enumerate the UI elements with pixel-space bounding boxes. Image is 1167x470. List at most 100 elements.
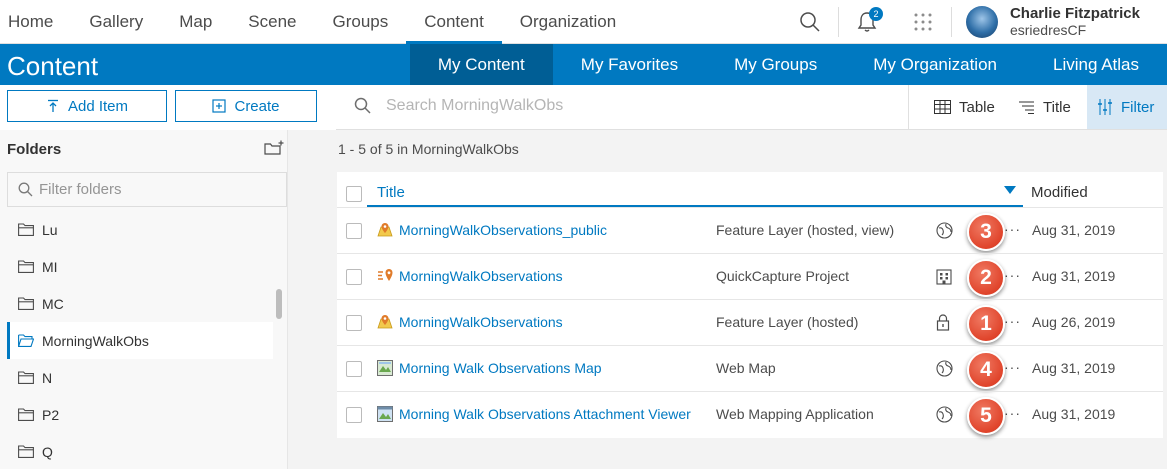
nav-gallery[interactable]: Gallery [71, 0, 161, 44]
content-tabs: My Content My Favorites My Groups My Org… [409, 44, 1167, 85]
content-search-input[interactable]: Search MorningWalkObs [386, 97, 563, 115]
item-type: Web Map [716, 360, 776, 376]
item-title-link[interactable]: Morning Walk Observations Map [399, 360, 602, 376]
select-all-checkbox[interactable] [346, 186, 362, 202]
modified-column-header[interactable]: Modified [1031, 184, 1088, 201]
lock-icon [936, 314, 950, 331]
tab-my-favorites[interactable]: My Favorites [553, 44, 706, 85]
feature-layer-icon [377, 315, 393, 329]
content-table: Title Modified MorningWalkObservations_p… [337, 172, 1163, 438]
content-header: Content My Content My Favorites My Group… [0, 44, 1167, 85]
table-row: MorningWalkObservations_public Feature L… [337, 207, 1163, 253]
filter-button[interactable]: Filter [1087, 85, 1167, 129]
page-title: Content [7, 51, 99, 81]
user-name: Charlie Fitzpatrick [1009, 5, 1140, 22]
item-modified: Aug 31, 2019 [1032, 360, 1116, 376]
folder-icon [18, 297, 34, 310]
table-header: Title Modified [337, 172, 1163, 207]
folder-item[interactable]: MI [7, 248, 273, 285]
table-row: Morning Walk Observations Map Web Map ··… [337, 345, 1163, 391]
tab-my-organization[interactable]: My Organization [845, 44, 1025, 85]
more-options-button[interactable]: ··· [1004, 405, 1021, 421]
filter-folders-placeholder: Filter folders [39, 181, 122, 198]
item-title-link[interactable]: MorningWalkObservations_public [399, 222, 607, 238]
web-map-icon [377, 360, 393, 376]
more-options-button[interactable]: ··· [1004, 313, 1021, 329]
folder-label: Lu [42, 221, 58, 238]
add-item-button[interactable]: Add Item [7, 90, 167, 122]
sort-descending-icon[interactable] [1004, 186, 1016, 194]
folder-icon [18, 445, 34, 458]
avatar[interactable] [965, 6, 998, 38]
create-button[interactable]: Create [175, 90, 317, 122]
item-title-link[interactable]: MorningWalkObservations [399, 268, 563, 284]
folder-label: MI [42, 258, 58, 275]
more-options-button[interactable]: ··· [1004, 221, 1021, 237]
callout-marker: 1 [967, 305, 1005, 343]
quickcapture-icon [378, 269, 393, 281]
folder-label: P2 [42, 406, 60, 423]
folders-heading: Folders [7, 141, 62, 158]
nav-organization[interactable]: Organization [502, 0, 634, 44]
item-type: QuickCapture Project [716, 268, 850, 284]
more-options-button[interactable]: ··· [1004, 359, 1021, 375]
folder-item[interactable]: MC [7, 285, 273, 322]
filter-folders-input[interactable]: Filter folders [7, 172, 287, 207]
item-type: Web Mapping Application [716, 406, 874, 422]
notifications-button[interactable]: 2 [839, 0, 895, 44]
folder-item[interactable]: Q [7, 433, 273, 470]
app-grid-icon [914, 13, 932, 31]
table-view-button[interactable]: Table [934, 85, 995, 129]
folder-item[interactable]: N [7, 359, 273, 396]
callout-marker: 5 [967, 397, 1005, 435]
row-checkbox[interactable] [346, 269, 362, 285]
feature-layer-icon [377, 223, 393, 237]
callout-marker: 4 [967, 351, 1005, 389]
new-folder-button[interactable] [264, 140, 284, 161]
callout-marker: 2 [967, 259, 1005, 297]
search-button[interactable] [782, 0, 838, 44]
tab-living-atlas[interactable]: Living Atlas [1025, 44, 1167, 85]
search-icon [18, 182, 33, 197]
more-options-button[interactable]: ··· [1004, 267, 1021, 283]
table-row: MorningWalkObservations QuickCapture Pro… [337, 253, 1163, 299]
nav-map[interactable]: Map [161, 0, 230, 44]
search-icon [354, 97, 371, 114]
nav-scene[interactable]: Scene [230, 0, 314, 44]
table-row: Morning Walk Observations Attachment Vie… [337, 391, 1163, 437]
nav-home[interactable]: Home [0, 0, 71, 44]
app-launcher-button[interactable] [895, 0, 951, 44]
item-title-link[interactable]: MorningWalkObservations [399, 314, 563, 330]
row-checkbox[interactable] [346, 361, 362, 377]
item-type: Feature Layer (hosted, view) [716, 222, 895, 238]
user-menu[interactable]: Charlie Fitzpatrick esriedresCF [1009, 5, 1140, 39]
public-icon [936, 406, 953, 423]
folder-item[interactable]: Lu [7, 211, 273, 248]
new-folder-icon [264, 140, 284, 155]
tab-my-content[interactable]: My Content [409, 44, 553, 85]
row-checkbox[interactable] [346, 407, 362, 423]
title-column-header[interactable]: Title [377, 184, 405, 201]
folders-scrollbar[interactable] [276, 289, 282, 319]
tab-my-groups[interactable]: My Groups [706, 44, 845, 85]
user-id: esriedresCF [1009, 22, 1087, 38]
row-checkbox[interactable] [346, 223, 362, 239]
table-view-label: Table [959, 98, 995, 116]
item-title-link[interactable]: Morning Walk Observations Attachment Vie… [399, 406, 691, 422]
folder-icon [18, 408, 34, 421]
toolbar-divider [908, 85, 909, 129]
item-modified: Aug 31, 2019 [1032, 268, 1116, 284]
folder-icon [18, 371, 34, 384]
sort-title-button[interactable]: Title [1019, 85, 1071, 129]
public-icon [936, 222, 953, 239]
filter-label: Filter [1121, 98, 1155, 116]
nav-groups[interactable]: Groups [315, 0, 407, 44]
folder-item-active[interactable]: MorningWalkObs [7, 322, 273, 359]
item-modified: Aug 31, 2019 [1032, 222, 1116, 238]
folder-item[interactable]: P2 [7, 396, 273, 433]
folder-icon [18, 223, 34, 236]
table-icon [934, 100, 951, 114]
row-checkbox[interactable] [346, 315, 362, 331]
results-count: 1 - 5 of 5 in MorningWalkObs [338, 141, 519, 157]
nav-content[interactable]: Content [406, 0, 502, 44]
